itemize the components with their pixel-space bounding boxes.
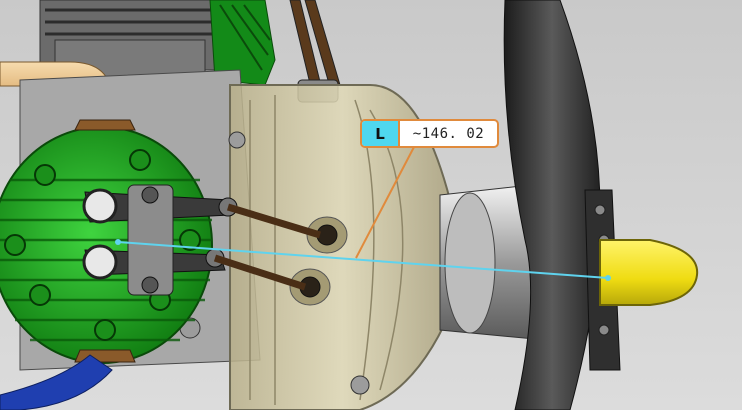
measurement-endpoint-end[interactable] (605, 275, 611, 281)
dimension-value: ~146. 02 (412, 125, 485, 142)
cad-3d-viewport[interactable] (0, 0, 742, 410)
dimension-callout[interactable]: L ~146. 02 (360, 119, 499, 148)
measurement-endpoint-start[interactable] (115, 239, 121, 245)
dimension-type-tag: L (362, 121, 400, 146)
